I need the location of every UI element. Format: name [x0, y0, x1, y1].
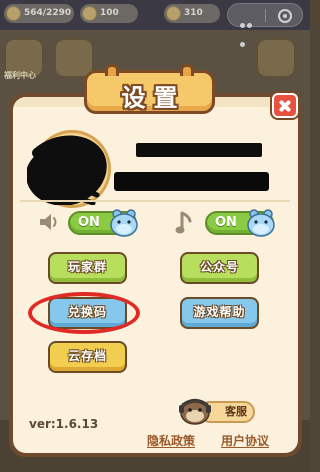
- sound-toggle-label: ON: [78, 215, 100, 230]
- coin-icon: [82, 6, 97, 21]
- coin-chip: 100: [80, 4, 138, 23]
- hippo-knob-icon: [247, 209, 275, 237]
- game-help-button[interactable]: 游戏帮助: [180, 297, 259, 329]
- sound-toggle[interactable]: ON: [68, 209, 138, 237]
- coin-value: 100: [100, 8, 119, 18]
- speaker-icon: [40, 214, 57, 230]
- user-agreement-link[interactable]: 用户协议: [221, 432, 269, 449]
- energy-icon: [6, 6, 21, 21]
- gem-icon: [166, 6, 181, 21]
- avatar-redacted: [27, 135, 107, 205]
- music-toggle-label: ON: [215, 215, 237, 230]
- version-label: ver:1.6.13: [29, 417, 99, 431]
- section-divider: [20, 200, 290, 202]
- music-note-icon: [175, 211, 192, 234]
- more-dots-icon[interactable]: [240, 13, 260, 47]
- energy-value: 564/2290: [24, 8, 72, 18]
- official-account-button[interactable]: 公众号: [180, 252, 259, 284]
- service-character-icon: [179, 398, 211, 425]
- gem-chip: 310: [164, 4, 220, 23]
- hippo-knob-icon: [110, 209, 138, 237]
- close-button[interactable]: [272, 93, 298, 118]
- cloud-save-button[interactable]: 云存档: [48, 341, 127, 373]
- player-name-redacted: [136, 143, 262, 157]
- player-group-button[interactable]: 玩家群: [48, 252, 127, 284]
- energy-chip: 564/2290: [4, 4, 74, 23]
- miniprogram-capsule[interactable]: [227, 3, 303, 47]
- annotation-circle: [28, 292, 140, 334]
- player-id-redacted: [114, 172, 269, 191]
- privacy-policy-link[interactable]: 隐私政策: [147, 432, 195, 449]
- customer-service-label: 客服: [225, 405, 247, 418]
- welfare-center-label: 福利中心: [4, 71, 36, 80]
- gem-value: 310: [184, 8, 203, 18]
- title-plaque: 设置: [84, 64, 215, 114]
- settings-title: 设置: [121, 84, 186, 112]
- bg-menu-button-3[interactable]: [256, 38, 296, 78]
- top-resource-bar: 564/2290 100 310: [0, 0, 310, 47]
- music-toggle[interactable]: ON: [205, 209, 275, 237]
- close-miniprogram-icon[interactable]: [278, 9, 292, 23]
